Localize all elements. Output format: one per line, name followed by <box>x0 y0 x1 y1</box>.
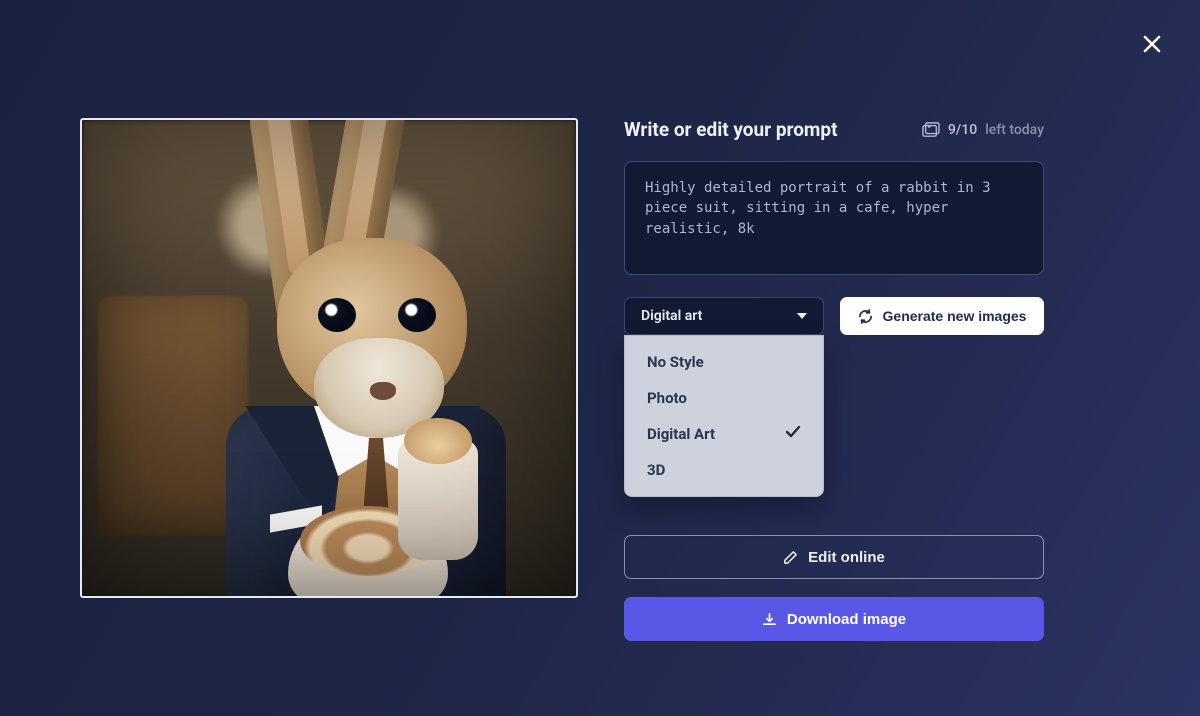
style-option-label: 3D <box>647 461 665 479</box>
edit-online-label: Edit online <box>808 549 885 566</box>
style-dropdown[interactable]: No Style Photo Digital Art 3D <box>624 335 824 497</box>
style-select-value: Digital art <box>641 308 702 324</box>
images-icon <box>922 122 940 138</box>
credits-remaining: 9/10 left today <box>922 122 1044 138</box>
style-option-label: Photo <box>647 389 687 407</box>
generate-button-label: Generate new images <box>883 308 1027 324</box>
download-icon <box>762 612 777 627</box>
edit-online-button[interactable]: Edit online <box>624 535 1044 579</box>
style-option-label: No Style <box>647 353 704 371</box>
close-icon <box>1142 34 1162 54</box>
prompt-input[interactable] <box>624 161 1044 275</box>
refresh-icon <box>858 309 873 324</box>
download-label: Download image <box>787 611 906 628</box>
generated-image-preview[interactable] <box>80 118 578 598</box>
panel-title: Write or edit your prompt <box>624 118 838 141</box>
credits-suffix: left today <box>985 122 1044 138</box>
style-option-label: Digital Art <box>647 425 715 443</box>
style-select[interactable]: Digital art <box>624 297 824 335</box>
chevron-down-icon <box>797 313 807 319</box>
generate-button[interactable]: Generate new images <box>840 297 1044 335</box>
style-option-3d[interactable]: 3D <box>625 452 823 488</box>
close-button[interactable] <box>1136 28 1168 60</box>
credits-count: 9/10 <box>948 122 977 138</box>
style-option-digital-art[interactable]: Digital Art <box>625 416 823 452</box>
pencil-icon <box>783 550 798 565</box>
download-button[interactable]: Download image <box>624 597 1044 641</box>
generated-image <box>82 120 576 596</box>
style-option-photo[interactable]: Photo <box>625 380 823 416</box>
check-icon <box>785 425 801 443</box>
style-option-no-style[interactable]: No Style <box>625 344 823 380</box>
